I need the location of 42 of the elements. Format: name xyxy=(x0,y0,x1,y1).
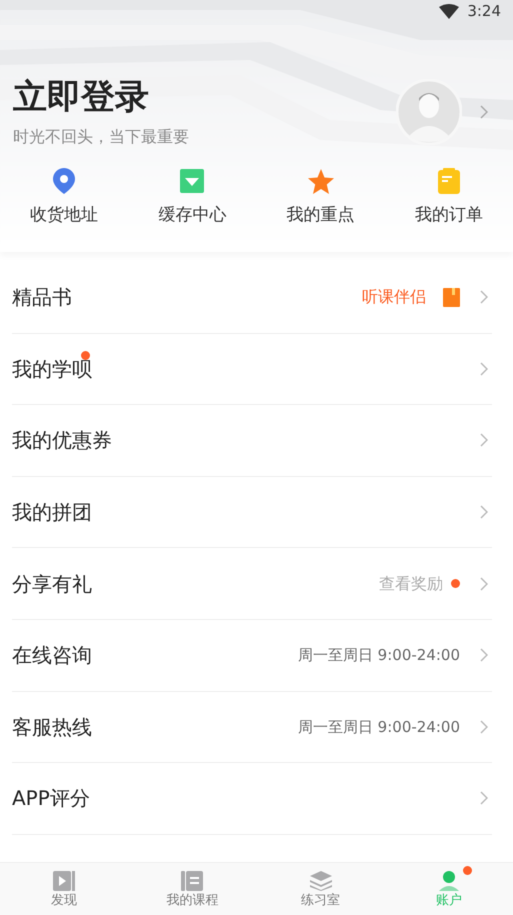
chevron-icon xyxy=(480,505,488,520)
location-pin-icon xyxy=(53,168,76,194)
menu-item[interactable]: 我的优惠券 xyxy=(12,428,112,452)
shortcut-label[interactable]: 收货地址 xyxy=(30,203,98,228)
layers-icon xyxy=(310,871,332,891)
video-icon xyxy=(53,871,76,891)
menu-item[interactable]: 我的拼团 xyxy=(12,500,92,524)
menu-detail: 周一至周日 9:00-24:00 xyxy=(298,716,460,738)
wifi-icon xyxy=(439,4,460,18)
menu-item[interactable]: 我的学呗 xyxy=(12,356,92,381)
chevron-icon xyxy=(480,720,488,734)
shortcut-label[interactable]: 我的重点 xyxy=(286,203,355,228)
menu-detail: 周一至周日 9:00-24:00 xyxy=(298,645,460,666)
menu-item[interactable]: 分享有礼 xyxy=(12,572,92,596)
status-time: 3:24 xyxy=(467,0,501,22)
document-icon xyxy=(438,168,460,194)
menu-detail: 听课伴侣 xyxy=(362,286,426,308)
star-icon xyxy=(308,168,334,194)
menu-item[interactable]: 在线咨询 xyxy=(12,643,92,668)
book-icon xyxy=(443,288,460,307)
login-title[interactable]: 立即登录 xyxy=(13,77,189,117)
tab[interactable]: 发现 xyxy=(0,863,128,915)
chevron-icon xyxy=(480,362,488,376)
chevron-icon xyxy=(480,290,488,304)
tab[interactable]: 我的课程 xyxy=(128,863,256,915)
chevron-icon xyxy=(480,433,488,448)
menu-detail: 查看奖励 xyxy=(379,572,443,595)
chevron-icon xyxy=(480,791,488,806)
menu-item[interactable]: APP评分 xyxy=(12,786,90,810)
menu-item[interactable]: 精品书 xyxy=(12,285,72,310)
chevron-icon xyxy=(480,576,488,591)
shortcut-label[interactable]: 缓存中心 xyxy=(158,203,226,228)
chevron-icon xyxy=(480,105,488,119)
menu-item[interactable]: 客服热线 xyxy=(12,714,92,739)
tab[interactable]: 练习室 xyxy=(256,863,385,915)
person-icon xyxy=(438,871,460,891)
avatar-icon[interactable] xyxy=(396,79,462,145)
chevron-icon xyxy=(480,648,488,662)
notebook-icon xyxy=(181,871,204,891)
shortcut-label[interactable]: 我的订单 xyxy=(414,203,483,228)
download-icon xyxy=(180,169,204,193)
subtitle: 时光不回头，当下最重要 xyxy=(13,126,189,148)
